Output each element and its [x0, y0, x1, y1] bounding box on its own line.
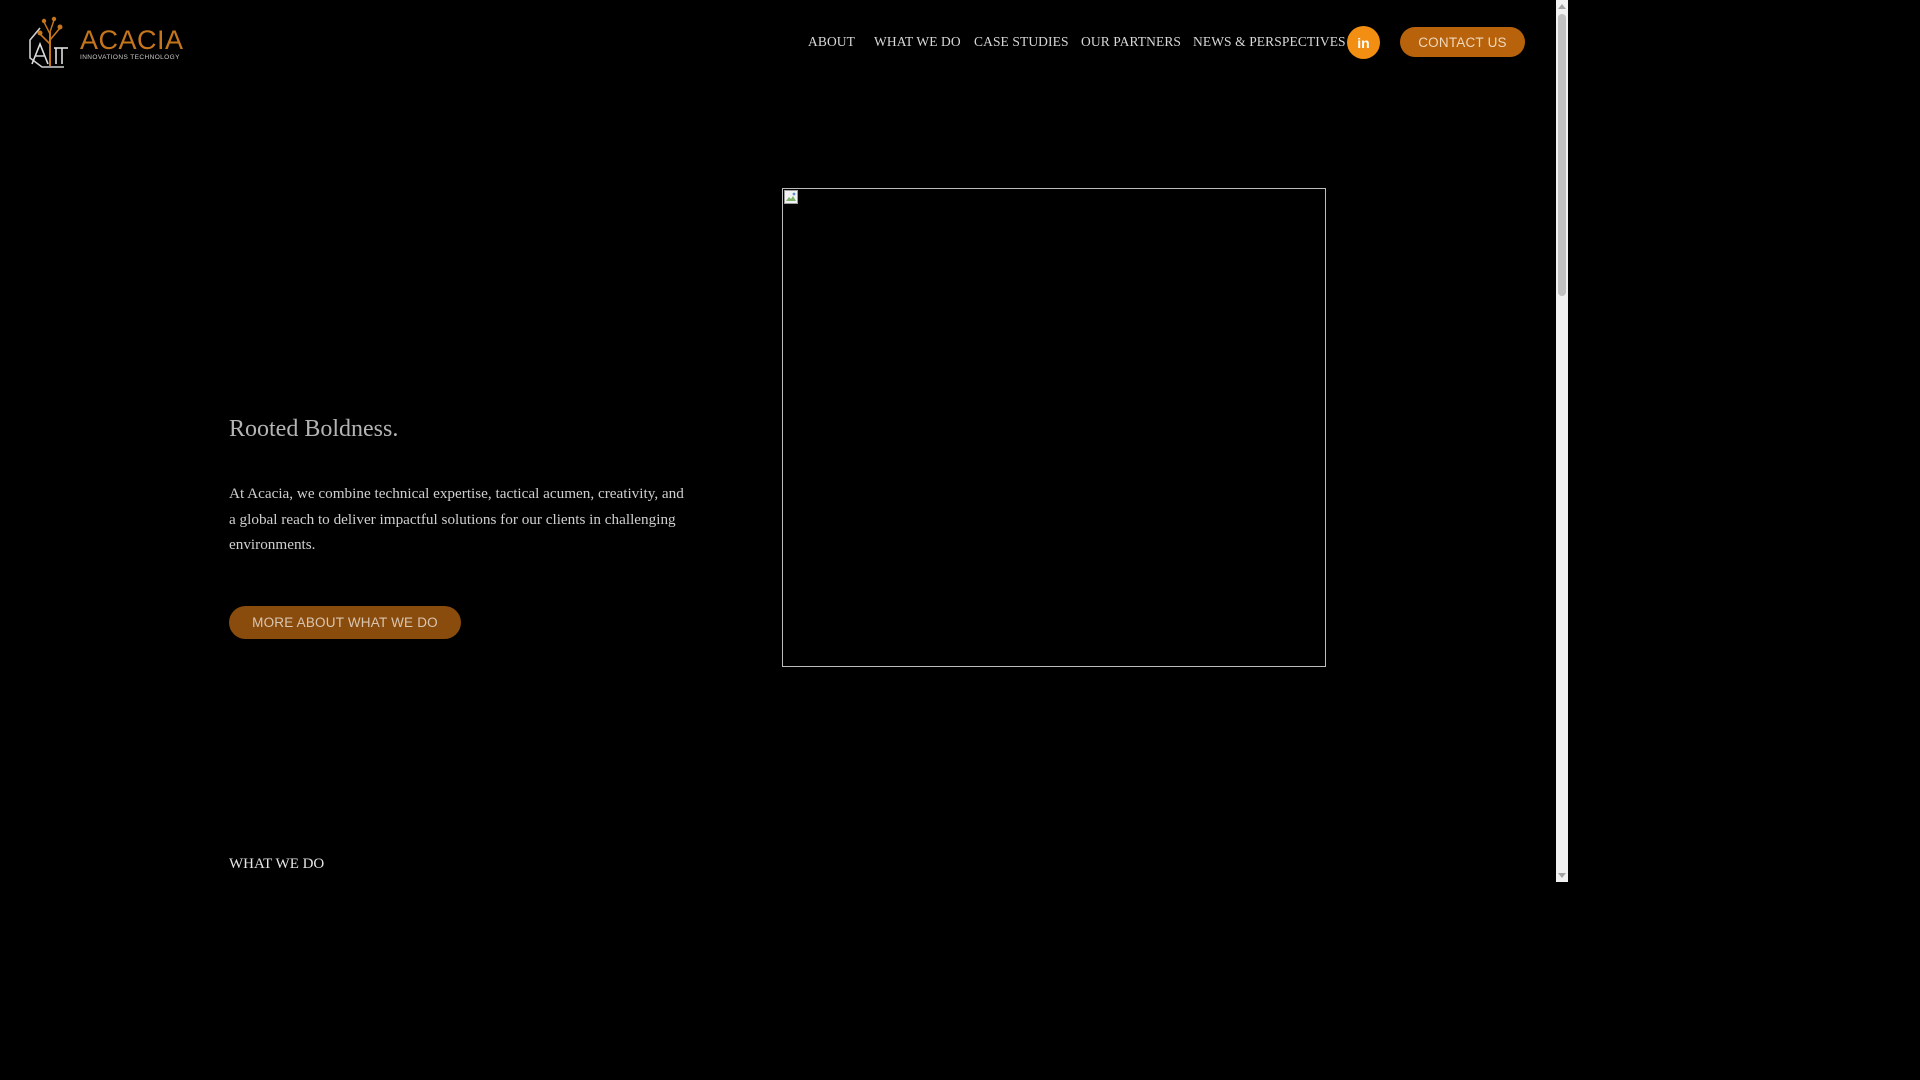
- broken-image-icon: [784, 190, 798, 204]
- nav-case-studies[interactable]: CASE STUDIES: [974, 34, 1069, 50]
- scroll-down-arrow-icon[interactable]: [1558, 873, 1566, 878]
- more-about-what-we-do-button[interactable]: MORE ABOUT WHAT WE DO: [229, 606, 461, 639]
- hero-description: At Acacia, we combine technical expertis…: [229, 485, 684, 554]
- hero-image: [782, 188, 1326, 667]
- linkedin-icon: in: [1357, 34, 1370, 51]
- nav-our-partners[interactable]: OUR PARTNERS: [1081, 34, 1181, 50]
- logo-wordmark: ACACIA: [80, 25, 184, 55]
- contact-us-button[interactable]: CONTACT US: [1400, 27, 1525, 57]
- page: ACACIA INNOVATIONS TECHNOLOGY ABOUT WHAT…: [0, 0, 1568, 882]
- hero-title: Rooted Boldness.: [229, 416, 399, 442]
- logo-tagline: INNOVATIONS TECHNOLOGY: [80, 54, 180, 61]
- scroll-up-arrow-icon[interactable]: [1558, 4, 1566, 9]
- linkedin-button[interactable]: in: [1347, 26, 1380, 59]
- page-scrollbar[interactable]: [1556, 0, 1568, 882]
- acacia-tree-logo-icon: [29, 16, 68, 68]
- nav-what-we-do[interactable]: WHAT WE DO: [874, 34, 961, 50]
- acacia-logo[interactable]: ACACIA INNOVATIONS TECHNOLOGY: [28, 14, 183, 70]
- nav-about[interactable]: ABOUT: [808, 34, 855, 50]
- nav-news-perspectives[interactable]: NEWS & PERSPECTIVES: [1193, 34, 1346, 50]
- what-we-do-section-heading: WHAT WE DO: [229, 856, 325, 872]
- scrollbar-thumb[interactable]: [1558, 14, 1566, 296]
- logo-text: ACACIA INNOVATIONS TECHNOLOGY: [80, 27, 184, 62]
